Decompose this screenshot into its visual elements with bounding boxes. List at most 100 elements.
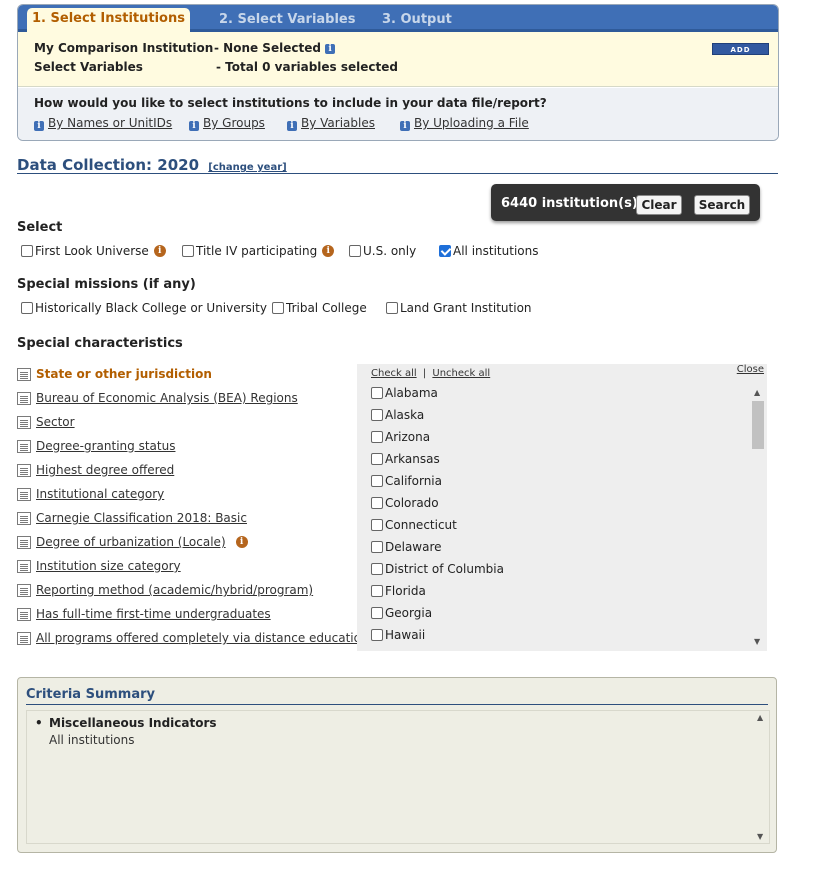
checkbox-label: Title IV participating (196, 244, 318, 258)
checkbox[interactable] (371, 541, 383, 553)
char-degree-granting[interactable]: Degree-granting status (17, 438, 175, 454)
scroll-up-icon[interactable]: ▲ (757, 713, 763, 722)
state-label: District of Columbia (385, 562, 504, 576)
check-all-link[interactable]: Check all (371, 368, 417, 379)
checkbox-all-institutions[interactable]: All institutions (439, 244, 538, 258)
checkbox[interactable] (182, 245, 194, 257)
tab-output[interactable]: 3. Output (382, 9, 452, 33)
criteria-scrollbar[interactable]: ▲ ▼ (757, 713, 767, 841)
checkbox-hbcu[interactable]: Historically Black College or University (21, 301, 267, 315)
checkbox[interactable] (272, 302, 284, 314)
checkbox[interactable] (371, 519, 383, 531)
checkbox[interactable] (371, 585, 383, 597)
search-button[interactable]: Search (694, 195, 750, 215)
checkbox-checked[interactable] (439, 245, 451, 257)
state-option-connecticut[interactable]: Connecticut (371, 518, 457, 532)
state-option-georgia[interactable]: Georgia (371, 606, 432, 620)
link-by-names-label[interactable]: By Names or UnitIDs (48, 116, 172, 130)
checkbox[interactable] (386, 302, 398, 314)
info-icon: i (189, 121, 199, 131)
link-by-upload[interactable]: i By Uploading a File (400, 116, 529, 131)
criteria-summary-body[interactable]: Miscellaneous Indicators All institution… (26, 710, 770, 844)
tab-select-institutions[interactable]: 1. Select Institutions (27, 8, 190, 34)
link-by-groups-label[interactable]: By Groups (203, 116, 265, 130)
info-icon[interactable]: i (322, 245, 335, 257)
char-label[interactable]: Bureau of Economic Analysis (BEA) Region… (36, 391, 298, 405)
char-label[interactable]: All programs offered completely via dist… (36, 631, 369, 645)
char-label[interactable]: Reporting method (academic/hybrid/progra… (36, 583, 313, 597)
scroll-down-icon[interactable]: ▼ (754, 637, 760, 646)
link-by-variables[interactable]: i By Variables (287, 116, 375, 131)
link-by-names[interactable]: i By Names or UnitIDs (34, 116, 172, 131)
state-option-arizona[interactable]: Arizona (371, 430, 430, 444)
close-link[interactable]: Close (737, 364, 764, 375)
char-distance-education[interactable]: All programs offered completely via dist… (17, 630, 369, 646)
checkbox[interactable] (371, 453, 383, 465)
char-label[interactable]: Has full-time first-time undergraduates (36, 607, 271, 621)
char-state[interactable]: State or other jurisdiction (17, 366, 212, 382)
checkbox[interactable] (371, 475, 383, 487)
checkbox[interactable] (21, 245, 33, 257)
state-option-florida[interactable]: Florida (371, 584, 426, 598)
char-label[interactable]: Sector (36, 415, 75, 429)
char-highest-degree[interactable]: Highest degree offered (17, 462, 174, 478)
uncheck-all-link[interactable]: Uncheck all (432, 368, 490, 379)
info-icon[interactable]: i (153, 245, 166, 257)
char-sector[interactable]: Sector (17, 414, 75, 430)
char-institution-size[interactable]: Institution size category (17, 558, 181, 574)
link-by-variables-label[interactable]: By Variables (301, 116, 375, 130)
checkbox[interactable] (371, 409, 383, 421)
char-label[interactable]: Carnegie Classification 2018: Basic (36, 511, 247, 525)
state-option-delaware[interactable]: Delaware (371, 540, 442, 554)
char-carnegie[interactable]: Carnegie Classification 2018: Basic (17, 510, 247, 526)
char-label[interactable]: Degree of urbanization (Locale) (36, 535, 226, 549)
clear-button[interactable]: Clear (636, 195, 682, 215)
checkbox-land-grant[interactable]: Land Grant Institution (386, 301, 532, 315)
char-bea-regions[interactable]: Bureau of Economic Analysis (BEA) Region… (17, 390, 298, 406)
char-label[interactable]: Highest degree offered (36, 463, 174, 477)
info-icon[interactable]: i (235, 536, 248, 548)
change-year-link[interactable]: [change year] (208, 162, 286, 173)
scroll-down-icon[interactable]: ▼ (757, 832, 763, 841)
checkbox-us-only[interactable]: U.S. only (349, 244, 416, 258)
scrollbar-thumb[interactable] (752, 401, 764, 449)
checkbox-title-iv[interactable]: Title IV participating i (182, 244, 335, 258)
scroll-up-icon[interactable]: ▲ (754, 388, 760, 397)
document-icon (17, 511, 31, 525)
checkbox-first-look[interactable]: First Look Universe i (21, 244, 166, 258)
document-icon (17, 607, 31, 621)
checkbox[interactable] (349, 245, 361, 257)
check-links: Check all | Uncheck all (371, 368, 490, 379)
state-option-arkansas[interactable]: Arkansas (371, 452, 440, 466)
state-option-california[interactable]: California (371, 474, 442, 488)
char-label[interactable]: State or other jurisdiction (36, 367, 212, 381)
checkbox[interactable] (21, 302, 33, 314)
state-option-alaska[interactable]: Alaska (371, 408, 424, 422)
state-list-scrollbar[interactable]: ▲ ▼ (751, 386, 765, 648)
tab-select-variables[interactable]: 2. Select Variables (219, 9, 356, 33)
checkbox[interactable] (371, 431, 383, 443)
char-institutional-category[interactable]: Institutional category (17, 486, 164, 502)
char-fulltime-undergrads[interactable]: Has full-time first-time undergraduates (17, 606, 271, 622)
char-urbanization[interactable]: Degree of urbanization (Locale) i (17, 534, 248, 550)
info-icon[interactable]: i (325, 43, 336, 54)
checkbox[interactable] (371, 387, 383, 399)
checkbox[interactable] (371, 563, 383, 575)
checkbox[interactable] (371, 607, 383, 619)
char-label[interactable]: Institution size category (36, 559, 181, 573)
link-by-groups[interactable]: i By Groups (189, 116, 265, 131)
checkbox-tribal-college[interactable]: Tribal College (272, 301, 367, 315)
state-label: California (385, 474, 442, 488)
comparison-label: My Comparison Institution (34, 41, 214, 55)
link-by-upload-label[interactable]: By Uploading a File (414, 116, 529, 130)
state-option-colorado[interactable]: Colorado (371, 496, 439, 510)
checkbox[interactable] (371, 497, 383, 509)
char-label[interactable]: Degree-granting status (36, 439, 175, 453)
state-option-dc[interactable]: District of Columbia (371, 562, 504, 576)
state-option-hawaii[interactable]: Hawaii (371, 628, 425, 642)
char-reporting-method[interactable]: Reporting method (academic/hybrid/progra… (17, 582, 313, 598)
state-option-alabama[interactable]: Alabama (371, 386, 438, 400)
char-label[interactable]: Institutional category (36, 487, 164, 501)
checkbox[interactable] (371, 629, 383, 641)
add-comparison-button[interactable]: ADD (712, 43, 769, 55)
